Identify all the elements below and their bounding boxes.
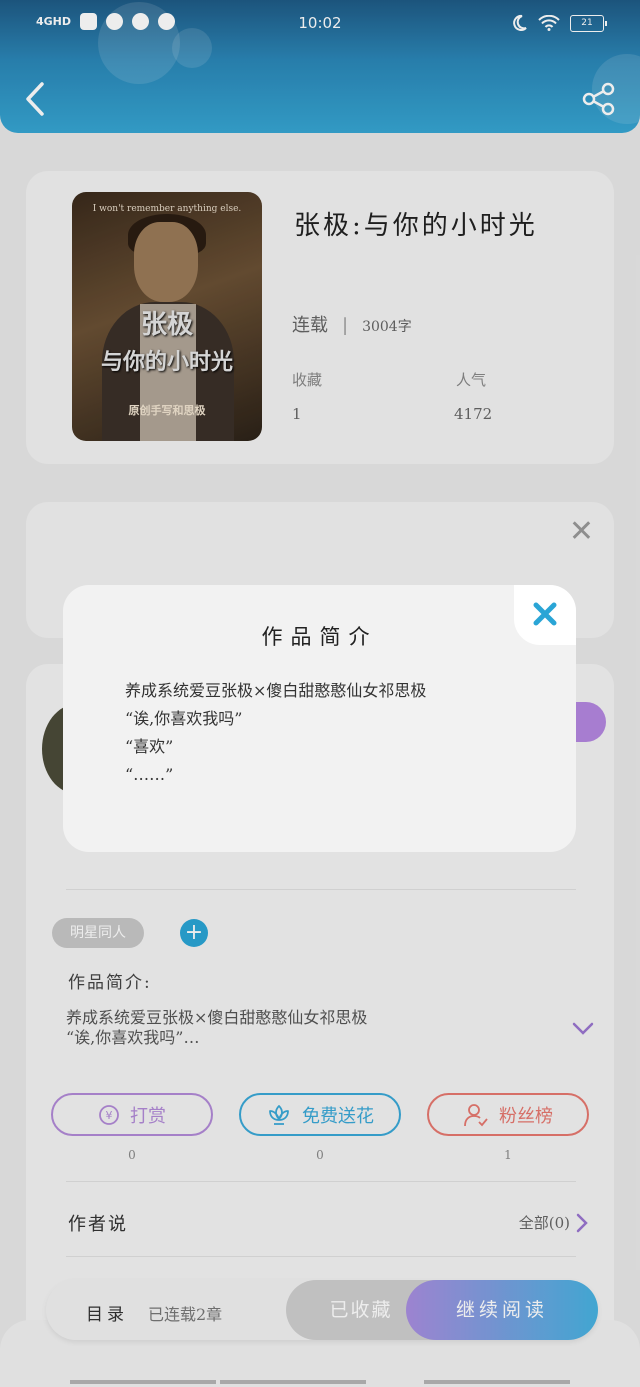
modal-line-4: “……”	[125, 765, 174, 784]
close-icon	[533, 602, 557, 626]
modal-title: 作品简介	[261, 625, 378, 649]
intro-modal: 作品简介 养成系统爱豆张极×傻白甜憨憨仙女祁思极 “诶,你喜欢我吗” “喜欢” …	[63, 585, 576, 852]
modal-line-2: “诶,你喜欢我吗”	[125, 709, 243, 728]
modal-body: 养成系统爱豆张极×傻白甜憨憨仙女祁思极 “诶,你喜欢我吗” “喜欢” “……”	[125, 677, 545, 789]
modal-close-button[interactable]	[514, 585, 576, 645]
modal-line-1: 养成系统爱豆张极×傻白甜憨憨仙女祁思极	[125, 681, 427, 700]
modal-line-3: “喜欢”	[125, 737, 174, 756]
